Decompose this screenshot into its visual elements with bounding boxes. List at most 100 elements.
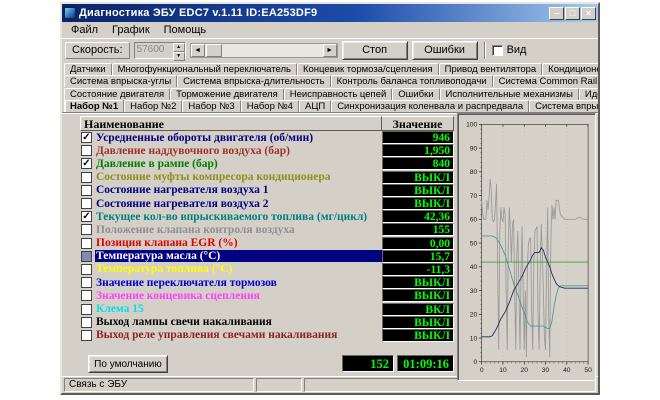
table-row[interactable]: ✓ Усредненные обороты двигателя (об/мин)… [80, 131, 454, 144]
tab[interactable]: Набор №2 [124, 100, 182, 112]
scroll-right-icon[interactable]: ► [323, 44, 337, 57]
tab[interactable]: Идентификация [579, 88, 598, 100]
svg-text:50: 50 [584, 367, 592, 374]
table-row[interactable]: Клема 15 ВКЛ [80, 302, 454, 315]
tab[interactable]: Кондиционер [542, 63, 598, 75]
session-timer: 01:09:16 [397, 355, 454, 372]
errors-button[interactable]: Ошибки [412, 41, 478, 60]
tab[interactable]: Система Common Rail [493, 75, 598, 87]
column-header-name: Наименование [80, 116, 382, 131]
speed-value: 57600 [135, 43, 173, 58]
row-checkbox[interactable]: ✓ [81, 132, 92, 143]
tab[interactable]: Набор №4 [241, 100, 299, 112]
tab[interactable]: Привод вентилятора [439, 63, 543, 75]
svg-text:0: 0 [480, 367, 484, 374]
tab[interactable]: Состояние двигателя [64, 88, 170, 100]
row-checkbox[interactable] [81, 277, 92, 288]
svg-text:10: 10 [499, 367, 507, 374]
table-row[interactable]: Состояние нагревателя воздуха 1 ВЫКЛ [80, 184, 454, 197]
menu-item[interactable]: Файл [64, 23, 105, 37]
table-row[interactable]: Состояние муфты компресора кондиционера … [80, 171, 454, 184]
parameter-value: ВЫКЛ [382, 197, 454, 210]
table-row[interactable]: Состояние нагревателя воздуха 2 ВЫКЛ [80, 197, 454, 210]
row-checkbox[interactable] [81, 264, 92, 275]
close-icon[interactable]: × [581, 7, 596, 20]
table-row[interactable]: Выход реле управления свечами накаливани… [80, 329, 454, 342]
parameter-table: Наименование Значение ✓ Усредненные обор… [80, 116, 454, 342]
svg-text:20: 20 [470, 312, 478, 319]
row-checkbox[interactable] [81, 172, 92, 183]
tab[interactable]: Контроль баланса топливоподачи [331, 75, 493, 87]
tab[interactable]: Система впрыска-количество [529, 100, 598, 112]
maximize-icon[interactable]: □ [565, 7, 580, 20]
menu-item[interactable]: График [105, 23, 157, 37]
tab[interactable]: Набор №1 [64, 100, 124, 113]
svg-text:0: 0 [474, 359, 478, 366]
parameter-value: 15,7 [382, 250, 454, 263]
default-button[interactable]: По умолчанию [88, 355, 168, 373]
tab[interactable]: Исполнительные механизмы [440, 88, 579, 100]
menu-item[interactable]: Помощь [157, 23, 214, 37]
row-checkbox[interactable] [81, 304, 92, 315]
tab[interactable]: Ошибки [392, 88, 439, 100]
tab[interactable]: Система впрыска-длительность [177, 75, 330, 87]
parameter-name: Усредненные обороты двигателя (об/мин) [95, 132, 382, 144]
spin-down-icon[interactable]: ▼ [173, 52, 185, 61]
stop-button[interactable]: Стоп [342, 41, 408, 60]
row-checkbox[interactable] [81, 198, 92, 209]
table-row[interactable]: Выход лампы свечи накаливания ВЫКЛ [80, 316, 454, 329]
table-row[interactable]: Температура масла (°C) 15,7 [80, 250, 454, 263]
speed-scrollbar[interactable]: ◄ ► [190, 43, 338, 58]
table-row[interactable]: Значение переключателя тормозов ВЫКЛ [80, 276, 454, 289]
scrollbar-thumb[interactable] [206, 44, 222, 57]
row-checkbox[interactable] [81, 224, 92, 235]
parameter-name: Давление наддувочного воздуха (бар) [95, 145, 382, 157]
row-checkbox[interactable] [81, 290, 92, 301]
parameter-value: ВЫКЛ [382, 276, 454, 289]
table-row[interactable]: ✓ Давление в рампе (бар) 840 [80, 157, 454, 170]
tab-row-3: Состояние двигателя Торможение двигателя… [62, 87, 598, 100]
row-checkbox[interactable]: ✓ [81, 211, 92, 222]
tab[interactable]: Набор №3 [182, 100, 240, 112]
svg-text:70: 70 [470, 193, 478, 200]
row-checkbox[interactable] [81, 330, 92, 341]
tab[interactable]: Неисправность цепей [284, 88, 393, 100]
row-checkbox[interactable] [81, 185, 92, 196]
table-row[interactable]: ✓ Текущее кол-во впрыскиваемого топлива … [80, 210, 454, 223]
row-checkbox[interactable] [81, 238, 92, 249]
app-icon [64, 7, 76, 19]
tab[interactable]: Концевик тормоза/сцепления [297, 63, 439, 75]
tab-row-1: Датчики Многофункциональный переключател… [62, 62, 598, 75]
table-row[interactable]: Значение концевика сцепления ВЫКЛ [80, 289, 454, 302]
tab[interactable]: Датчики [64, 63, 112, 75]
table-row[interactable]: Положение клапана контроля воздуха 155 [80, 223, 454, 236]
scroll-left-icon[interactable]: ◄ [191, 44, 205, 57]
row-checkbox[interactable]: ✓ [81, 158, 92, 169]
status-connection: Связь с ЭБУ [64, 378, 254, 392]
titlebar[interactable]: Диагностика ЭБУ EDC7 v.1.11 ID:EA253DF9 … [62, 4, 598, 22]
table-row[interactable]: Давление наддувочного воздуха (бар) 1,95… [80, 144, 454, 157]
tab[interactable]: АЦП [299, 100, 331, 112]
live-chart: 010203040506070809010001020304050 [461, 117, 593, 378]
scrollbar-track[interactable] [205, 44, 323, 57]
view-checkbox-box[interactable] [492, 45, 503, 56]
minimize-icon[interactable]: – [549, 7, 564, 20]
svg-text:40: 40 [470, 264, 478, 271]
row-checkbox[interactable] [81, 145, 92, 156]
table-row[interactable]: Позиция клапана EGR (%) 0,00 [80, 237, 454, 250]
chart-panel: 010203040506070809010001020304050 [457, 113, 596, 381]
tab[interactable]: Торможение двигателя [170, 88, 284, 100]
speed-combo[interactable]: 57600 ▲ ▼ [134, 42, 186, 59]
parameter-name: Значение концевика сцепления [95, 290, 382, 302]
spin-up-icon[interactable]: ▲ [173, 43, 185, 52]
table-row[interactable]: Температура топлива (°C) -11,3 [80, 263, 454, 276]
tab[interactable]: Синхронизация коленвала и распредвала [331, 100, 529, 112]
row-checkbox[interactable] [81, 251, 92, 262]
tab[interactable]: Система впрыска-углы [64, 75, 177, 87]
tab-row-2: Система впрыска-углы Система впрыска-дли… [62, 75, 598, 88]
row-checkbox[interactable] [81, 317, 92, 328]
table-body: ✓ Усредненные обороты двигателя (об/мин)… [80, 131, 454, 342]
view-checkbox[interactable]: Вид [492, 44, 527, 56]
tab[interactable]: Многофункциональный переключатель [112, 63, 297, 75]
svg-text:60: 60 [470, 217, 478, 224]
